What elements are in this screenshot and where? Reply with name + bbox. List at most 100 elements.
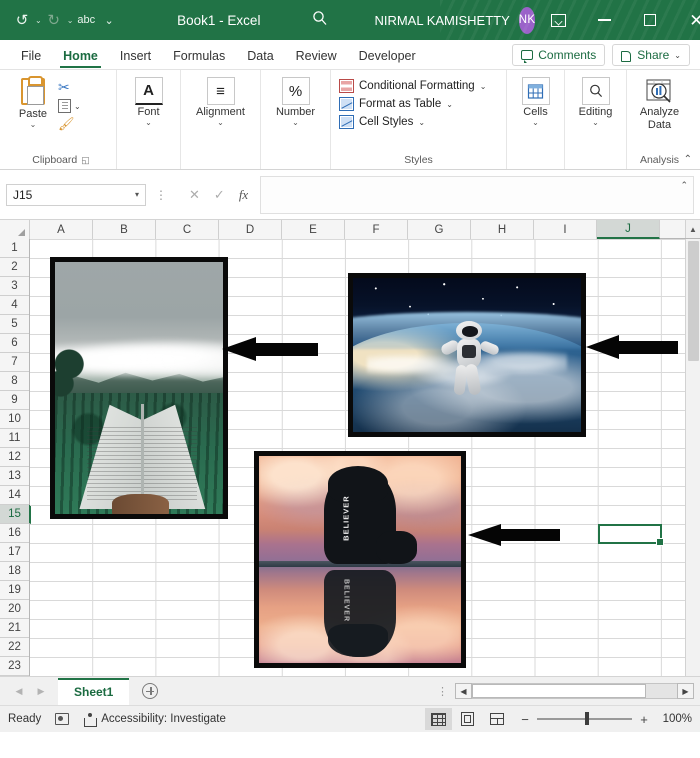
tab-formulas[interactable]: Formulas xyxy=(162,45,236,69)
add-sheet-button[interactable] xyxy=(137,678,163,704)
hscroll-right-arrow[interactable]: ▶ xyxy=(677,683,694,699)
horizontal-scrollbar[interactable]: ◀ ▶ xyxy=(455,683,700,699)
zoom-slider-thumb[interactable] xyxy=(584,712,589,726)
share-button[interactable]: Share ⌄ xyxy=(612,44,690,66)
alignment-dropdown-icon[interactable]: ⌄ xyxy=(217,119,224,127)
accessibility-status[interactable]: Accessibility: Investigate xyxy=(83,712,226,727)
tab-file[interactable]: File xyxy=(10,45,52,69)
enter-icon[interactable]: ✓ xyxy=(214,187,225,203)
zoom-control[interactable]: − + 100% xyxy=(520,712,692,727)
ribbon-display-options-icon[interactable] xyxy=(535,0,581,40)
clipboard-dialog-launcher-icon[interactable]: ◱ xyxy=(81,155,90,166)
column-header-A[interactable]: A xyxy=(30,220,93,239)
cut-icon[interactable]: ✂ xyxy=(58,79,81,96)
row-header-10[interactable]: 10 xyxy=(0,410,29,429)
row-header-9[interactable]: 9 xyxy=(0,391,29,410)
maximize-button[interactable] xyxy=(627,0,673,40)
row-header-1[interactable]: 1 xyxy=(0,239,29,258)
row-header-20[interactable]: 20 xyxy=(0,600,29,619)
row-header-5[interactable]: 5 xyxy=(0,315,29,334)
undo-dropdown-icon[interactable]: ⌄ xyxy=(35,16,42,25)
cancel-icon[interactable]: ✕ xyxy=(189,187,200,203)
name-box-caret-icon[interactable]: ▾ xyxy=(135,190,139,199)
row-header-16[interactable]: 16 xyxy=(0,524,29,543)
row-header-23[interactable]: 23 xyxy=(0,657,29,676)
cell-area[interactable]: BELIEVER BELIEVER xyxy=(30,239,685,676)
picture-book-forest[interactable] xyxy=(50,257,228,519)
page-break-preview-button[interactable] xyxy=(483,708,510,730)
arrow-shape-left-3[interactable] xyxy=(468,521,560,549)
customize-qat-icon[interactable]: ⌄ xyxy=(99,7,119,33)
expand-formula-bar-icon[interactable]: ⌃ xyxy=(680,180,688,191)
selected-cell-J15[interactable] xyxy=(598,524,664,546)
row-header-2[interactable]: 2 xyxy=(0,258,29,277)
conditional-formatting-button[interactable]: Conditional Formatting ⌄ xyxy=(339,79,486,93)
tab-review[interactable]: Review xyxy=(285,45,348,69)
row-header-15[interactable]: 15 xyxy=(0,505,31,524)
comments-button[interactable]: Comments xyxy=(512,44,606,66)
picture-astronaut-earth[interactable] xyxy=(348,273,586,437)
font-dropdown-icon[interactable]: ⌄ xyxy=(145,119,152,127)
sheet-tab-sheet1[interactable]: Sheet1 xyxy=(58,677,130,705)
close-button[interactable]: ✕ xyxy=(673,0,700,40)
row-header-12[interactable]: 12 xyxy=(0,448,29,467)
row-header-11[interactable]: 11 xyxy=(0,429,29,448)
row-header-3[interactable]: 3 xyxy=(0,277,29,296)
sheet-split-handle[interactable]: ⋮ xyxy=(437,685,455,698)
name-box[interactable]: J15 ▾ xyxy=(6,183,146,206)
font-button[interactable]: A Font ⌄ xyxy=(121,75,176,127)
hscroll-track[interactable] xyxy=(472,683,677,699)
normal-view-button[interactable] xyxy=(425,708,452,730)
column-header-I[interactable]: I xyxy=(534,220,597,239)
zoom-in-button[interactable]: + xyxy=(639,712,649,727)
number-dropdown-icon[interactable]: ⌄ xyxy=(292,119,299,127)
column-header-J[interactable]: J xyxy=(597,220,660,239)
row-header-6[interactable]: 6 xyxy=(0,334,29,353)
column-header-B[interactable]: B xyxy=(93,220,156,239)
row-header-14[interactable]: 14 xyxy=(0,486,29,505)
number-button[interactable]: % Number ⌄ xyxy=(265,75,326,127)
next-sheet-button[interactable]: ▶ xyxy=(30,680,52,702)
vertical-scrollbar[interactable] xyxy=(685,239,700,676)
analyze-data-button[interactable]: Analyze Data xyxy=(631,75,688,131)
tab-developer[interactable]: Developer xyxy=(348,45,427,69)
select-all-corner[interactable] xyxy=(0,220,30,239)
editing-dropdown-icon[interactable]: ⌄ xyxy=(592,119,599,127)
format-as-table-button[interactable]: Format as Table ⌄ xyxy=(339,97,486,111)
scroll-up-arrow[interactable]: ▲ xyxy=(685,220,700,238)
hscroll-left-arrow[interactable]: ◀ xyxy=(455,683,472,699)
column-header-F[interactable]: F xyxy=(345,220,408,239)
minimize-button[interactable] xyxy=(581,0,627,40)
previous-sheet-button[interactable]: ◀ xyxy=(8,680,30,702)
column-header-E[interactable]: E xyxy=(282,220,345,239)
cell-styles-button[interactable]: Cell Styles ⌄ xyxy=(339,115,486,129)
collapse-ribbon-icon[interactable]: ⌃ xyxy=(684,154,692,165)
row-header-18[interactable]: 18 xyxy=(0,562,29,581)
copy-icon[interactable] xyxy=(58,99,71,113)
row-header-8[interactable]: 8 xyxy=(0,372,29,391)
spelling-check-icon[interactable]: abc xyxy=(75,7,97,33)
insert-function-icon[interactable]: fx xyxy=(239,187,248,203)
column-header-H[interactable]: H xyxy=(471,220,534,239)
cells-dropdown-icon[interactable]: ⌄ xyxy=(532,119,539,127)
tab-insert[interactable]: Insert xyxy=(109,45,162,69)
macro-record-button[interactable] xyxy=(55,713,70,725)
row-header-17[interactable]: 17 xyxy=(0,543,29,562)
arrow-shape-left-2[interactable] xyxy=(586,332,678,362)
search-icon[interactable] xyxy=(312,10,328,30)
zoom-out-button[interactable]: − xyxy=(520,712,530,727)
picture-believer-reflection[interactable]: BELIEVER BELIEVER xyxy=(254,451,466,668)
format-painter-icon[interactable]: 🖌 xyxy=(58,116,81,132)
paste-button[interactable]: Paste ⌄ xyxy=(10,76,56,132)
column-header-D[interactable]: D xyxy=(219,220,282,239)
tab-home[interactable]: Home xyxy=(52,45,109,69)
row-header-13[interactable]: 13 xyxy=(0,467,29,486)
row-header-4[interactable]: 4 xyxy=(0,296,29,315)
cells-button[interactable]: Cells ⌄ xyxy=(511,75,560,127)
redo-icon[interactable]: ↻ xyxy=(44,7,64,33)
alignment-button[interactable]: ≡ Alignment ⌄ xyxy=(185,75,256,127)
zoom-slider[interactable] xyxy=(537,712,632,726)
avatar[interactable]: NK xyxy=(518,6,536,34)
editing-button[interactable]: Editing ⌄ xyxy=(569,75,622,127)
undo-icon[interactable]: ↺ xyxy=(12,7,32,33)
